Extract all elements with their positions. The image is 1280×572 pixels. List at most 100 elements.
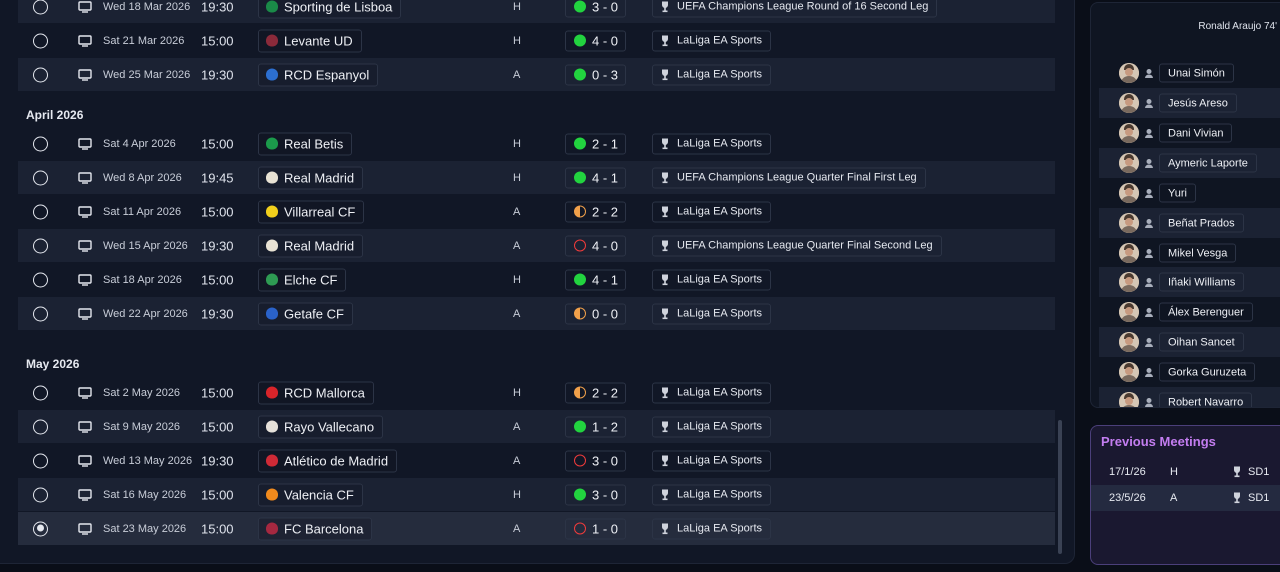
player-row[interactable]: Oihan Sancet: [1099, 327, 1280, 357]
player-row[interactable]: Robert Navarro: [1099, 387, 1280, 407]
player-name[interactable]: Iñaki Williams: [1159, 272, 1245, 292]
player-name[interactable]: Beñat Prados: [1159, 213, 1244, 233]
competition-button[interactable]: UEFA Champions League Round of 16 Second…: [652, 0, 938, 17]
competition-button[interactable]: LaLiga EA Sports: [652, 450, 772, 471]
result-badge[interactable]: 1 - 0: [565, 518, 626, 539]
result-badge[interactable]: 4 - 0: [565, 235, 626, 256]
player-name[interactable]: Yuri: [1159, 183, 1196, 203]
fixture-row[interactable]: Wed 18 Mar 2026 19:30 Sporting de Lisboa H 3…: [18, 0, 1055, 23]
meeting-row[interactable]: 17/1/26 H SD1: [1091, 459, 1280, 485]
fixture-row[interactable]: Sat 2 May 2026 15:00 RCD Mallorca H 2 - 2 LaL…: [18, 376, 1055, 409]
opponent-button[interactable]: Elche CF: [258, 268, 347, 291]
result-badge[interactable]: 4 - 1: [565, 167, 626, 188]
result-badge[interactable]: 4 - 0: [565, 30, 626, 51]
fixture-row[interactable]: Sat 11 Apr 2026 15:00 Villarreal CF A 2 - 2 L…: [18, 195, 1055, 228]
select-radio[interactable]: [33, 0, 48, 14]
opponent-button[interactable]: Valencia CF: [258, 483, 363, 506]
fixture-row[interactable]: Sat 9 May 2026 15:00 Rayo Vallecano A 1 - 2 L…: [18, 410, 1055, 443]
result-badge[interactable]: 2 - 2: [565, 201, 626, 222]
fixture-row[interactable]: Wed 15 Apr 2026 19:30 Real Madrid A 4 - 0 UEF…: [18, 229, 1055, 262]
player-name[interactable]: Unai Simón: [1159, 63, 1234, 83]
select-radio[interactable]: [33, 170, 48, 185]
fixture-row[interactable]: Sat 4 Apr 2026 15:00 Real Betis H 2 - 1 LaLig…: [18, 127, 1055, 160]
select-radio[interactable]: [33, 521, 48, 536]
player-name[interactable]: Oihan Sancet: [1159, 332, 1244, 352]
player-name[interactable]: Mikel Vesga: [1159, 243, 1237, 263]
opponent-button[interactable]: Atlético de Madrid: [258, 449, 398, 472]
fixture-row[interactable]: Sat 16 May 2026 15:00 Valencia CF H 3 - 0 LaL…: [18, 478, 1055, 511]
select-radio[interactable]: [33, 67, 48, 82]
select-radio[interactable]: [33, 385, 48, 400]
opponent-button[interactable]: Real Madrid: [258, 234, 364, 257]
player-row[interactable]: Dani Vivian: [1099, 118, 1280, 148]
competition-button[interactable]: UEFA Champions League Quarter Final Seco…: [652, 235, 942, 256]
player-row[interactable]: Iñaki Williams: [1099, 267, 1280, 297]
result-badge[interactable]: 3 - 0: [565, 484, 626, 505]
player-row[interactable]: Álex Berenguer: [1099, 297, 1280, 327]
select-radio[interactable]: [33, 272, 48, 287]
result-badge[interactable]: 0 - 0: [565, 303, 626, 324]
player-row[interactable]: Mikel Vesga: [1099, 238, 1280, 268]
opponent-button[interactable]: Real Madrid: [258, 166, 364, 189]
competition-button[interactable]: LaLiga EA Sports: [652, 30, 772, 51]
scrollbar[interactable]: [1058, 420, 1062, 554]
player-row[interactable]: Aymeric Laporte: [1099, 148, 1280, 178]
player-avatar: [1119, 153, 1139, 173]
competition-button[interactable]: LaLiga EA Sports: [652, 201, 772, 222]
player-name[interactable]: Aymeric Laporte: [1159, 153, 1257, 173]
opponent-button[interactable]: RCD Mallorca: [258, 381, 374, 404]
competition-button[interactable]: LaLiga EA Sports: [652, 416, 772, 437]
player-name[interactable]: Jesús Areso: [1159, 93, 1237, 113]
select-radio[interactable]: [33, 33, 48, 48]
result-badge[interactable]: 2 - 2: [565, 382, 626, 403]
opponent-button[interactable]: FC Barcelona: [258, 517, 373, 540]
select-radio[interactable]: [33, 453, 48, 468]
player-name[interactable]: Álex Berenguer: [1159, 302, 1253, 322]
select-radio[interactable]: [33, 238, 48, 253]
player-row[interactable]: Yuri: [1099, 178, 1280, 208]
player-name[interactable]: Dani Vivian: [1159, 123, 1233, 143]
competition-button[interactable]: LaLiga EA Sports: [652, 518, 772, 539]
opponent-button[interactable]: Getafe CF: [258, 302, 353, 325]
player-row[interactable]: Gorka Guruzeta: [1099, 357, 1280, 387]
fixture-row[interactable]: Wed 25 Mar 2026 19:30 RCD Espanyol A 0 - 3 La…: [18, 58, 1055, 91]
result-badge[interactable]: 3 - 0: [565, 450, 626, 471]
player-row[interactable]: Unai Simón: [1099, 58, 1280, 88]
competition-button[interactable]: LaLiga EA Sports: [652, 484, 772, 505]
competition-button[interactable]: LaLiga EA Sports: [652, 133, 772, 154]
result-badge[interactable]: 1 - 2: [565, 416, 626, 437]
competition-button[interactable]: LaLiga EA Sports: [652, 382, 772, 403]
player-name[interactable]: Robert Navarro: [1159, 392, 1253, 407]
fixture-row[interactable]: Wed 13 May 2026 19:30 Atlético de Madrid A 3…: [18, 444, 1055, 477]
result-badge[interactable]: 4 - 1: [565, 269, 626, 290]
opponent-button[interactable]: Rayo Vallecano: [258, 415, 384, 438]
competition-button[interactable]: LaLiga EA Sports: [652, 64, 772, 85]
select-radio[interactable]: [33, 204, 48, 219]
fixture-row[interactable]: Wed 8 Apr 2026 19:45 Real Madrid H 4 - 1 UEFA…: [18, 161, 1055, 194]
competition-button[interactable]: LaLiga EA Sports: [652, 303, 772, 324]
fixture-row[interactable]: Wed 22 Apr 2026 19:30 Getafe CF A 0 - 0 LaLig…: [18, 297, 1055, 330]
fixture-row[interactable]: Sat 23 May 2026 15:00 FC Barcelona A 1 - 0 La…: [18, 512, 1055, 545]
opponent-button[interactable]: Sporting de Lisboa: [258, 0, 402, 18]
select-radio[interactable]: [33, 136, 48, 151]
result-badge[interactable]: 0 - 3: [565, 64, 626, 85]
result-badge[interactable]: 2 - 1: [565, 133, 626, 154]
trophy-icon: [662, 274, 668, 285]
trophy-icon: [662, 35, 668, 46]
competition-button[interactable]: UEFA Champions League Quarter Final Firs…: [652, 167, 926, 188]
meeting-row[interactable]: 23/5/26 A SD1: [1091, 485, 1280, 511]
opponent-button[interactable]: Villarreal CF: [258, 200, 365, 223]
result-badge[interactable]: 3 - 0: [565, 0, 626, 17]
fixture-row[interactable]: Sat 21 Mar 2026 15:00 Levante UD H 4 - 0 LaLi…: [18, 24, 1055, 57]
player-name[interactable]: Gorka Guruzeta: [1159, 362, 1256, 382]
opponent-button[interactable]: RCD Espanyol: [258, 63, 379, 86]
select-radio[interactable]: [33, 306, 48, 321]
select-radio[interactable]: [33, 419, 48, 434]
opponent-button[interactable]: Levante UD: [258, 29, 362, 52]
competition-button[interactable]: LaLiga EA Sports: [652, 269, 772, 290]
player-row[interactable]: Jesús Areso: [1099, 88, 1280, 118]
fixture-row[interactable]: Sat 18 Apr 2026 15:00 Elche CF H 4 - 1 LaLiga…: [18, 263, 1055, 296]
opponent-button[interactable]: Real Betis: [258, 132, 353, 155]
select-radio[interactable]: [33, 487, 48, 502]
player-row[interactable]: Beñat Prados: [1099, 208, 1280, 238]
